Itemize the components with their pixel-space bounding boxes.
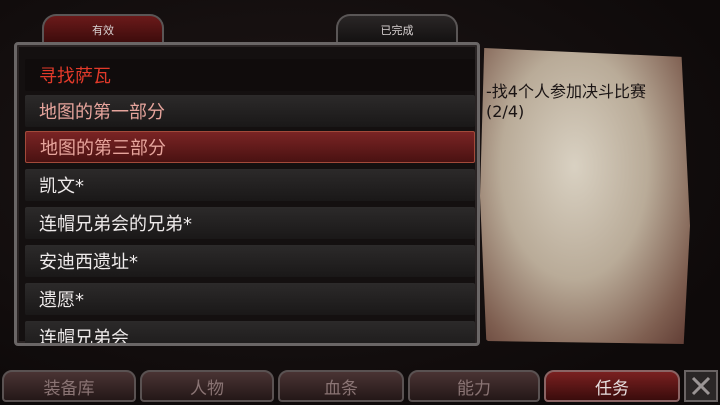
quest-item[interactable]: 凯文* — [25, 169, 475, 201]
quest-item-selected[interactable]: 地图的第三部分 — [25, 131, 475, 163]
quest-group-header[interactable]: 寻找萨瓦 — [25, 59, 475, 91]
quest-item[interactable]: 遗愿* — [25, 283, 475, 315]
nav-label: 能力 — [457, 378, 491, 399]
nav-inventory-button[interactable]: 装备库 — [2, 370, 136, 402]
nav-quests-button[interactable]: 任务 — [544, 370, 680, 402]
nav-label: 人物 — [190, 378, 224, 399]
quest-item[interactable]: 地图的第一部分 — [25, 95, 475, 127]
nav-label: 装备库 — [43, 378, 95, 399]
close-button[interactable] — [684, 370, 718, 402]
tab-active-label: 有效 — [92, 24, 114, 37]
close-icon — [691, 376, 711, 396]
nav-label: 任务 — [595, 378, 629, 399]
tab-completed-label: 已完成 — [380, 24, 414, 37]
quest-description-text: -找4个人参加决斗比赛 (2/4) — [486, 82, 646, 121]
tab-active[interactable]: 有效 — [42, 14, 164, 44]
nav-label: 血条 — [324, 378, 358, 399]
nav-health-button[interactable]: 血条 — [278, 370, 404, 402]
quest-item[interactable]: 安迪西遗址* — [25, 245, 475, 277]
quest-list[interactable]: 寻找萨瓦 地图的第一部分 地图的第三部分 凯文* 连帽兄弟会的兄弟* 安迪西遗址… — [14, 42, 480, 346]
quest-screen: 有效 已完成 寻找萨瓦 地图的第一部分 地图的第三部分 凯文* 连帽兄弟会的兄弟… — [0, 0, 720, 405]
quest-item[interactable]: 连帽兄弟会的兄弟* — [25, 207, 475, 239]
tab-completed[interactable]: 已完成 — [336, 14, 458, 44]
nav-abilities-button[interactable]: 能力 — [408, 370, 540, 402]
quest-item[interactable]: 连帽兄弟会 — [25, 321, 475, 343]
nav-character-button[interactable]: 人物 — [140, 370, 274, 402]
